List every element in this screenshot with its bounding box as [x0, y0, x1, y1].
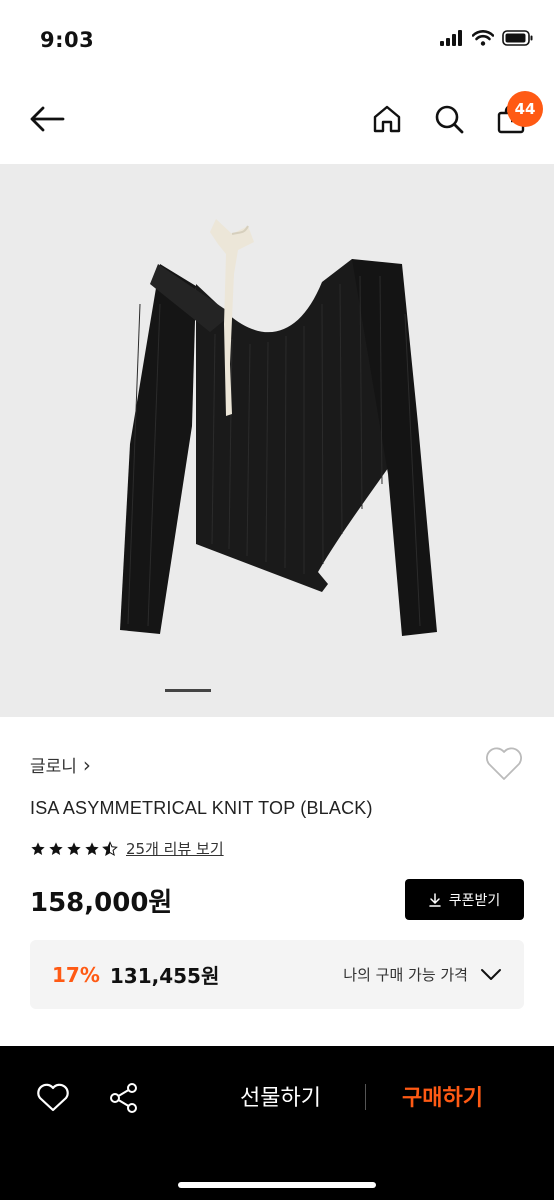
heart-outline-icon: [486, 747, 522, 780]
star-full-icon: [67, 841, 81, 855]
heart-icon: [37, 1083, 69, 1112]
star-half-icon: [102, 840, 118, 856]
buy-button[interactable]: 구매하기: [402, 1080, 483, 1112]
product-image: [120, 219, 437, 636]
share-icon: [110, 1083, 137, 1113]
top-nav: 44: [0, 74, 554, 164]
gift-button[interactable]: 선물하기: [240, 1080, 321, 1112]
share-button[interactable]: [104, 1078, 144, 1118]
discount-rate: 17%: [52, 962, 100, 987]
cart-button[interactable]: 44: [489, 91, 543, 141]
original-price: 158,000원: [30, 888, 173, 918]
signal-icon: [440, 30, 462, 46]
gallery-page-indicator: [165, 689, 211, 692]
home-button[interactable]: [365, 97, 409, 141]
back-button[interactable]: [25, 97, 69, 141]
status-time: 9:03: [40, 28, 95, 52]
rating-row: 25개 리뷰 보기: [30, 838, 224, 859]
home-icon: [373, 105, 401, 133]
brand-name: 글로니: [30, 757, 77, 777]
my-price-dropdown[interactable]: 17% 131,455원 나의 구매 가능 가격: [30, 940, 524, 1009]
chevron-down-icon: [481, 968, 501, 980]
star-full-icon: [85, 841, 99, 855]
product-image-gallery[interactable]: [0, 164, 554, 717]
search-icon: [435, 105, 464, 134]
review-link[interactable]: 25개 리뷰 보기: [126, 838, 224, 859]
star-full-icon: [49, 841, 63, 855]
download-icon: [428, 892, 441, 907]
wishlist-button[interactable]: [484, 746, 524, 786]
back-arrow-icon: [30, 106, 65, 132]
coupon-button[interactable]: 쿠폰받기: [405, 879, 524, 920]
battery-icon: [502, 30, 533, 46]
status-icons: [440, 30, 534, 46]
star-full-icon: [31, 841, 45, 855]
chevron-right-icon: ›: [82, 752, 91, 777]
home-indicator: [178, 1182, 376, 1188]
my-price-label: 나의 구매 가능 가격: [343, 966, 468, 984]
wishlist-bottom-button[interactable]: [33, 1078, 73, 1118]
product-title: ISA ASYMMETRICAL KNIT TOP (BLACK): [30, 798, 373, 818]
rating-stars: [30, 840, 118, 857]
search-button[interactable]: [427, 97, 471, 141]
discount-price: 131,455원: [109, 964, 220, 988]
brand-link[interactable]: 글로니 ›: [30, 752, 91, 778]
coupon-button-label: 쿠폰받기: [448, 892, 501, 909]
bottom-action-bar: 선물하기 구매하기: [0, 1046, 554, 1200]
wifi-icon: [472, 30, 494, 46]
divider: [365, 1084, 366, 1110]
status-bar: 9:03: [0, 0, 554, 74]
cart-count-badge: 44: [507, 91, 543, 127]
